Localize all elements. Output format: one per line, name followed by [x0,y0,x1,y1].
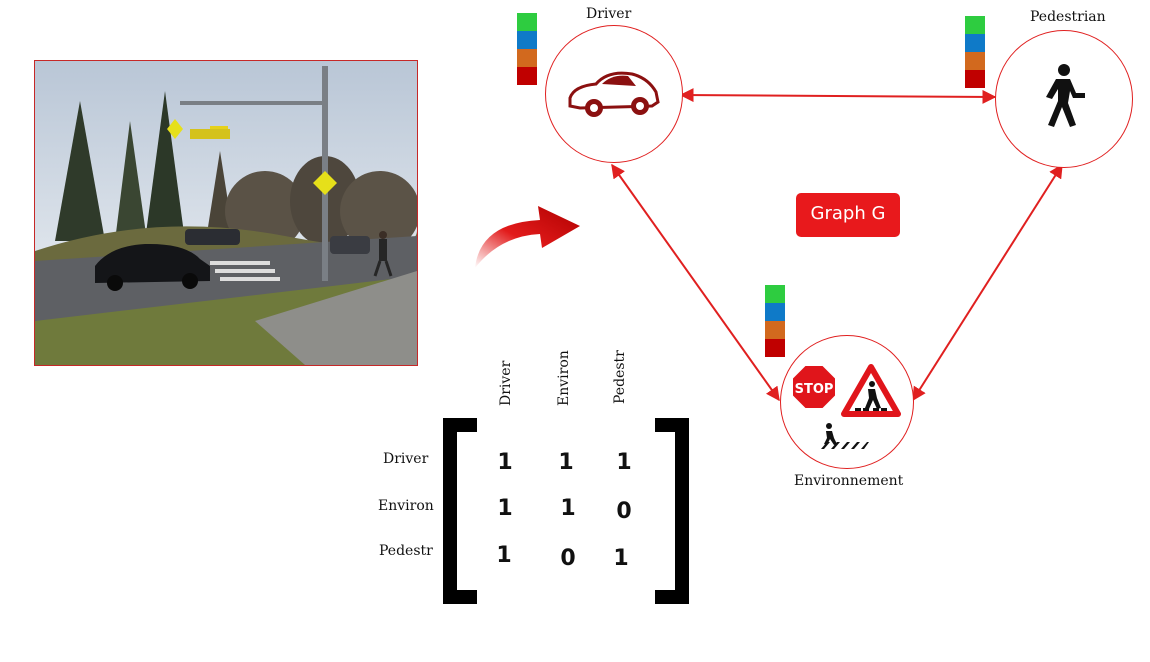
matrix-cell: 1 [613,546,629,571]
matrix-cell: 1 [558,450,574,475]
stop-sign-text: STOP [795,382,834,397]
feature-swatch [965,52,985,70]
matrix-cell: 1 [496,543,512,568]
matrix-cell: 1 [497,450,513,475]
crosswalk-icon [821,423,869,449]
matrix-col-label: Driver [498,360,514,406]
matrix-left-bracket [443,418,477,604]
pedestrian-label: Pedestrian [1030,9,1106,25]
walking-person-icon [1046,64,1085,127]
graph-title-badge: Graph G [796,193,900,237]
feature-swatch [765,285,785,303]
environment-label: Environnement [794,473,904,489]
feature-swatch [765,321,785,339]
edge-driver-pedestrian [679,88,997,104]
matrix-cell: 0 [560,546,576,571]
matrix-row-label: Pedestr [379,543,433,559]
feature-swatch [965,34,985,52]
matrix-cell: 0 [616,499,632,524]
matrix-col-label: Environ [556,350,572,406]
matrix-cell: 1 [616,450,632,475]
feature-swatch [965,16,985,34]
feature-swatch [965,70,985,88]
feature-swatch [765,303,785,321]
feature-swatch [517,67,537,85]
pedestrian-node [995,30,1133,168]
pedestrian-crossing-sign-icon [841,364,901,417]
driver-node [545,25,683,163]
matrix-cell: 1 [497,496,513,521]
feature-swatch [765,339,785,357]
environment-node: STOP [780,335,914,469]
matrix-col-label: Pedestr [612,350,628,404]
edge-driver-environment [611,163,780,402]
feature-swatch [517,13,537,31]
environment-feature-vector [765,285,785,357]
matrix-right-bracket [655,418,689,604]
driver-feature-vector [517,13,537,85]
matrix-cell: 1 [560,496,576,521]
car-icon [568,71,660,117]
driver-label: Driver [586,6,632,22]
feature-swatch [517,49,537,67]
matrix-row-label: Driver [383,451,429,467]
edge-pedestrian-environment [912,163,1063,402]
feature-swatch [517,31,537,49]
pedestrian-feature-vector [965,16,985,88]
stop-sign-icon: STOP [791,364,837,410]
matrix-row-label: Environ [378,498,434,514]
